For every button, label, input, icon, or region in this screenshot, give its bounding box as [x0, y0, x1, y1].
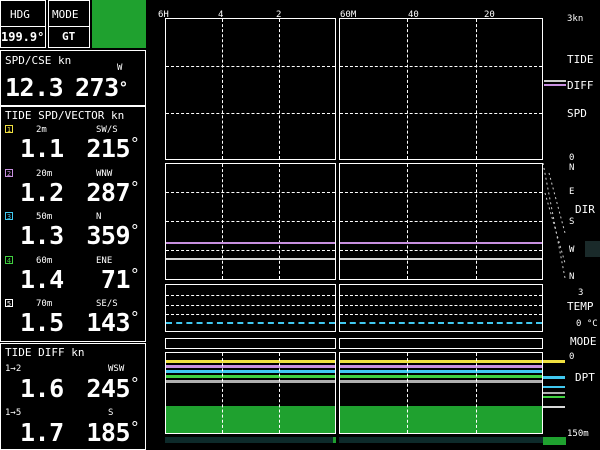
tide-diff-title: TIDE DIFF kn — [5, 346, 85, 359]
layer-course: 287 — [86, 178, 130, 207]
range-top-label: 3kn — [567, 14, 584, 24]
cse-value: 273° — [75, 73, 128, 102]
diff-course-degree: ° — [130, 374, 140, 393]
dpt-top-label: 0 — [569, 352, 575, 362]
spd-label: SPD — [567, 107, 587, 120]
speed-graph-short — [339, 18, 543, 160]
layer-course: 215 — [86, 134, 130, 163]
time-scale-bar-short — [339, 437, 543, 443]
hdg-value: 199.9° — [1, 30, 45, 44]
temp-label: TEMP — [567, 300, 594, 313]
diff-direction: WSW — [108, 364, 125, 374]
depth-graph-short — [339, 352, 543, 434]
spd-cse-label: SPD/CSE kn — [5, 54, 72, 67]
temperature-graph-long — [165, 284, 336, 332]
layer-number-icon: 5 — [5, 299, 13, 308]
diff-pair: 1→5 — [5, 408, 22, 418]
layer-course-degree: ° — [130, 178, 140, 197]
speed-graph-long — [165, 18, 336, 160]
layer-number-icon: 2 — [5, 169, 13, 178]
mode-strip-label: MODE — [570, 335, 597, 348]
layer-course-degree: ° — [130, 308, 140, 327]
layer-course-degree: ° — [130, 265, 140, 284]
temp-top-label: 3 — [578, 288, 584, 298]
mode-strip-long — [165, 338, 336, 349]
tide-vector-title: TIDE SPD/VECTOR kn — [5, 109, 125, 122]
dir-current-marker — [585, 241, 600, 257]
direction-trend-dots — [543, 163, 566, 279]
direction-graph-short — [339, 163, 543, 280]
direction-graph-long — [165, 163, 336, 280]
dir-tick-w: W — [569, 245, 575, 255]
diff-indicator-white — [544, 80, 566, 82]
diff-label: DIFF — [567, 79, 594, 92]
diff-direction: S — [108, 408, 114, 418]
time-scale-marker — [333, 437, 336, 443]
dpt-label: DPT — [575, 371, 595, 384]
mode-strip-short — [339, 338, 543, 349]
spd-value: 12.3 — [5, 73, 64, 102]
time-scale-bar-long — [165, 437, 336, 443]
layer-course: 71 — [100, 265, 131, 294]
dpt-bottom-label: 150m — [567, 429, 589, 439]
diff-course: 245 — [86, 374, 130, 403]
spd-cse-box: SPD/CSE kn W 12.3 273° — [0, 50, 146, 106]
mode-value: GT — [62, 30, 76, 43]
diff-course-degree: ° — [130, 418, 140, 437]
diff-pair: 1→2 — [5, 364, 22, 374]
dir-tick-n-top: N — [569, 163, 575, 173]
dir-tick-s: S — [569, 217, 575, 227]
time-scale-current — [543, 437, 566, 445]
mode-label: MODE — [52, 8, 79, 21]
spd-zero-label: 0 — [569, 153, 575, 163]
layer-number-icon: 3 — [5, 212, 13, 221]
layer-course-degree: ° — [130, 221, 140, 240]
layer-course: 143 — [86, 308, 130, 337]
layer-course-degree: ° — [130, 134, 140, 153]
temperature-graph-short — [339, 284, 543, 332]
status-accent-block — [92, 0, 146, 48]
tide-label: TIDE — [567, 53, 594, 66]
spd-cse-dir: W — [117, 63, 123, 73]
hdg-label: HDG — [10, 8, 30, 21]
diff-indicator-purple — [544, 84, 566, 86]
layer-number-icon: 1 — [5, 125, 13, 134]
dir-tick-n-bottom: N — [569, 272, 575, 282]
dir-tick-e: E — [569, 187, 575, 197]
temp-bottom-label: 0 °C — [576, 319, 598, 329]
dir-label: DIR — [575, 203, 595, 216]
mode-value-box[interactable]: GT — [48, 26, 90, 48]
depth-current-column — [543, 352, 566, 434]
layer-course: 359 — [86, 221, 130, 250]
depth-graph-long — [165, 352, 336, 434]
layer-number-icon: 4 — [5, 256, 13, 265]
diff-course: 185 — [86, 418, 130, 447]
hdg-value-box: 199.9° — [0, 26, 46, 48]
